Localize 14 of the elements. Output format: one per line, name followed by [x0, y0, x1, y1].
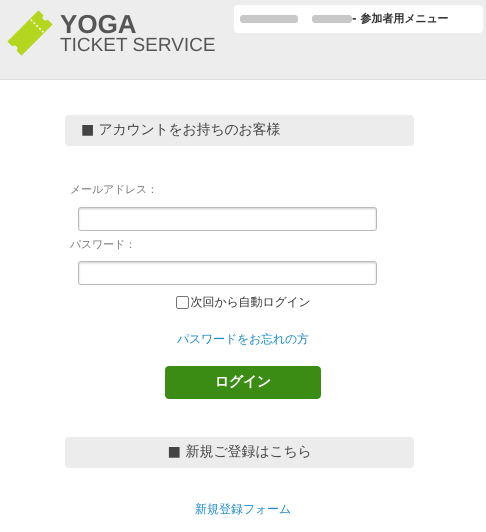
- registration-link[interactable]: 新規登録フォーム: [195, 502, 291, 516]
- remember-label: 次回から自動ログイン: [190, 294, 310, 311]
- logo-subtitle: TICKET SERVICE: [60, 36, 216, 56]
- logo-title: YOGA: [60, 12, 137, 36]
- remember-checkbox[interactable]: [176, 296, 188, 308]
- section-heading: ■ 新規ご登録はこちら: [65, 437, 414, 468]
- forgot-password-link[interactable]: パスワードをお忘れの方: [177, 332, 309, 346]
- login-button[interactable]: ログイン: [165, 366, 321, 399]
- input-field[interactable]: [78, 261, 377, 285]
- section-heading: ■ アカウントをお持ちのお客様: [65, 115, 414, 146]
- field-label: メールアドレス：: [70, 182, 159, 198]
- input-field[interactable]: [78, 206, 377, 230]
- field-label: パスワード：: [70, 236, 137, 252]
- menu-title: - 参加者用メニュー: [352, 10, 448, 27]
